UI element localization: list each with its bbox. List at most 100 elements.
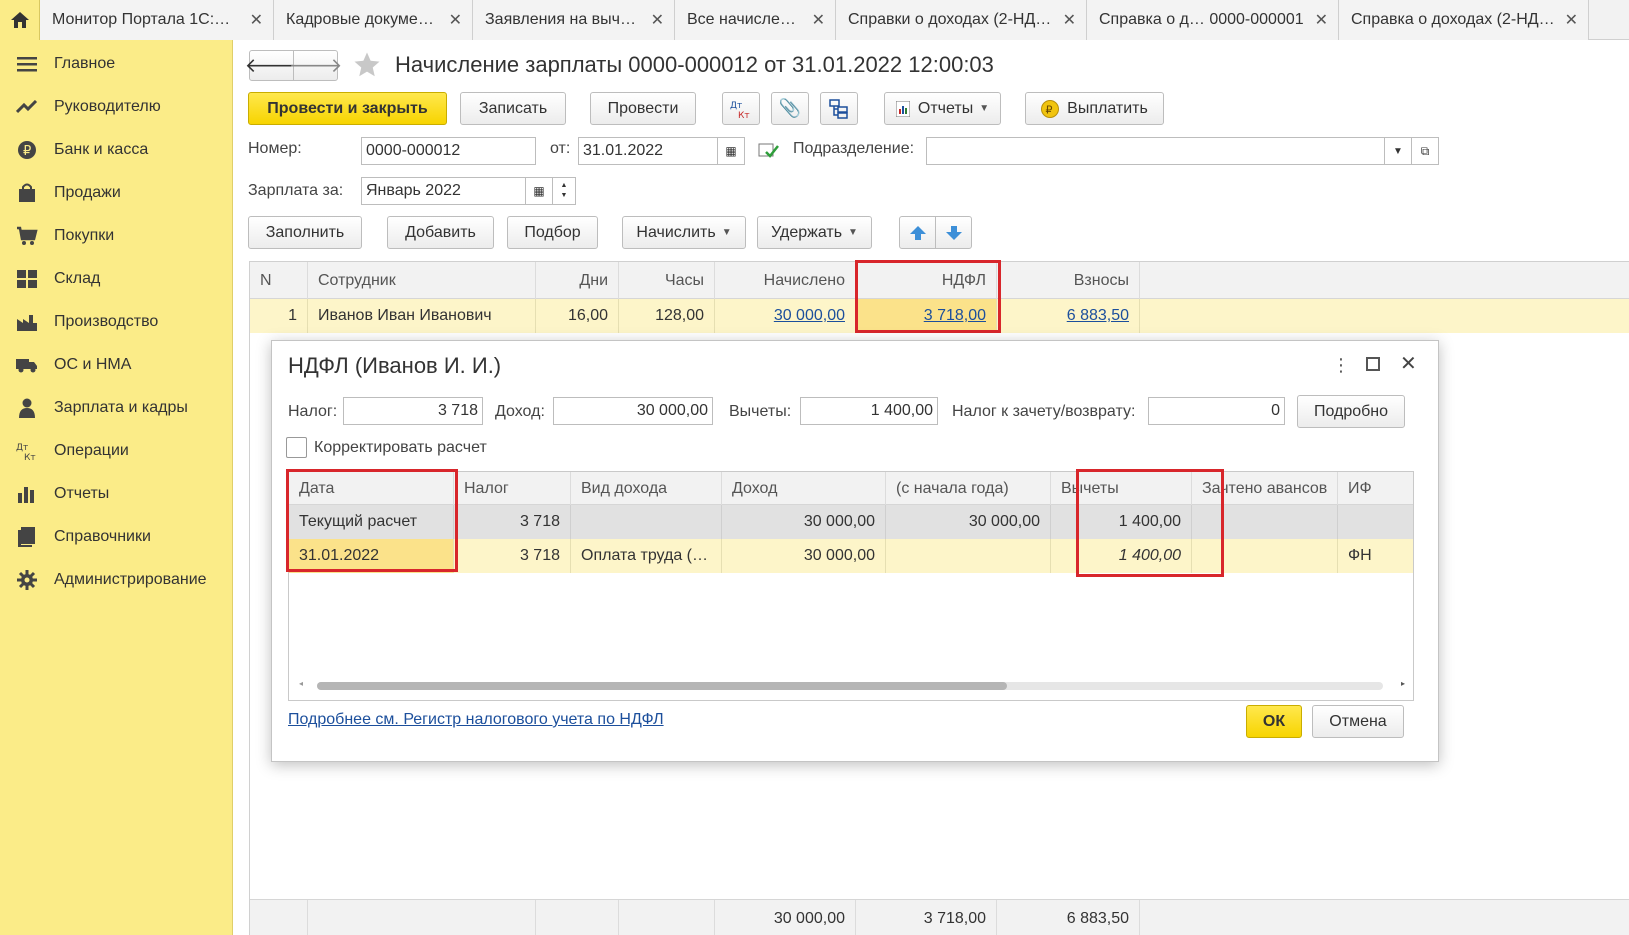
post-button[interactable]: Провести [590,92,696,125]
period-field[interactable]: Январь 2022 [361,177,526,205]
department-open-button[interactable]: ⧉ [1411,137,1439,165]
col-ytd[interactable]: (с начала года) [886,472,1051,505]
correct-checkbox[interactable] [286,437,307,458]
col-deductions[interactable]: Вычеты [1051,472,1192,505]
structure-button[interactable] [820,92,858,125]
tab-hr-docs[interactable]: Кадровые документы ✕ [274,0,473,40]
tab-income-certs-2[interactable]: Справка о доходах (2-НД… ✕ [1339,0,1589,40]
col-accrued[interactable]: Начислено [715,262,856,299]
close-icon[interactable]: ✕ [1063,10,1076,30]
col-income-type[interactable]: Вид дохода [571,472,722,505]
pick-button[interactable]: Подбор [507,216,598,249]
table-row[interactable]: Текущий расчет 3 718 30 000,00 30 000,00… [289,505,1413,539]
reports-dropdown[interactable]: Отчеты ▼ [884,92,1001,125]
department-dropdown[interactable]: ▼ [1384,137,1412,165]
sidebar-item-salary-hr[interactable]: Зарплата и кадры [0,386,232,429]
table-row[interactable]: 1 Иванов Иван Иванович 16,00 128,00 30 0… [250,299,1629,333]
cell-hours[interactable]: 128,00 [619,299,715,333]
ok-button[interactable]: ОК [1246,705,1302,738]
offset-field[interactable]: 0 [1148,397,1285,425]
cell-employee[interactable]: Иванов Иван Иванович [308,299,536,333]
scroll-right-icon[interactable]: ▸ [1401,679,1405,688]
cell-more [1338,505,1413,539]
close-icon[interactable]: ✕ [651,10,664,30]
sidebar-item-production[interactable]: Производство [0,300,232,343]
period-calendar-button[interactable]: ▦ [525,177,553,205]
scroll-left-icon[interactable]: ◂ [299,679,303,688]
close-icon[interactable]: ✕ [812,10,825,30]
col-employee[interactable]: Сотрудник [308,262,536,299]
offset-label: Налог к зачету/возврату: [952,403,1136,420]
star-icon[interactable] [352,50,382,80]
period-stepper[interactable]: ▲ ▼ [552,177,576,205]
close-icon[interactable]: ✕ [1565,10,1578,30]
col-hours[interactable]: Часы [619,262,715,299]
date-field[interactable]: 31.01.2022 [578,137,718,165]
dtkt-button[interactable]: Дт Кт [722,92,760,125]
horizontal-scrollbar[interactable]: ◂ ▸ [299,679,1405,691]
close-icon[interactable]: ✕ [449,10,462,30]
table-row[interactable]: 31.01.2022 3 718 Оплата труда (… 30 000,… [289,539,1413,573]
tab-income-cert-0001[interactable]: Справка о д… 0000-000001 ✕ [1087,0,1339,40]
sidebar-item-sales[interactable]: Продажи [0,171,232,214]
close-icon[interactable]: ✕ [1315,10,1328,30]
sidebar-item-references[interactable]: Справочники [0,515,232,558]
fill-button[interactable]: Заполнить [248,216,362,249]
more-icon[interactable]: ⋮ [1332,355,1350,376]
col-tax[interactable]: Налог [454,472,571,505]
ndfl-link[interactable]: 3 718,00 [924,307,986,325]
svg-text:Дт: Дт [730,101,742,111]
pay-button[interactable]: ₽ Выплатить [1025,92,1164,125]
col-contributions[interactable]: Взносы [997,262,1140,299]
tab-monitor[interactable]: Монитор Портала 1С:ИТС ✕ [40,0,274,40]
home-button[interactable] [0,0,40,40]
contributions-link[interactable]: 6 883,50 [1067,307,1129,325]
col-more[interactable]: ИФ [1338,472,1413,505]
number-field[interactable]: 0000-000012 [361,137,536,165]
col-n[interactable]: N [250,262,308,299]
cancel-button[interactable]: Отмена [1312,705,1404,738]
col-date[interactable]: Дата [289,472,454,505]
col-income[interactable]: Доход [722,472,886,505]
sidebar-item-assets[interactable]: ОС и НМА [0,343,232,386]
attach-button[interactable]: 📎 [771,92,809,125]
back-button[interactable]: 🡐 [245,50,298,81]
income-field[interactable]: 30 000,00 [553,397,713,425]
sidebar-item-reports[interactable]: Отчеты [0,472,232,515]
details-button[interactable]: Подробно [1297,395,1405,428]
dtkt-icon: ДтКт [16,440,38,462]
tab-deduction-requests[interactable]: Заявления на вычеты ✕ [473,0,675,40]
date-calendar-button[interactable]: ▦ [717,137,745,165]
sidebar-item-purchases[interactable]: Покупки [0,214,232,257]
add-button[interactable]: Добавить [387,216,494,249]
maximize-icon[interactable] [1366,357,1380,371]
deductions-field[interactable]: 1 400,00 [800,397,938,425]
checkmark-doc-icon[interactable] [758,140,780,162]
move-up-button[interactable] [899,216,936,249]
department-field[interactable] [926,137,1385,165]
sidebar-item-bank[interactable]: ₽ Банк и касса [0,128,232,171]
tax-field[interactable]: 3 718 [343,397,483,425]
sidebar-item-admin[interactable]: Администрирование [0,558,232,601]
tab-income-certs[interactable]: Справки о доходах (2-НД… ✕ [836,0,1087,40]
col-ndfl[interactable]: НДФЛ [856,262,997,299]
sidebar-item-warehouse[interactable]: Склад [0,257,232,300]
move-down-button[interactable] [935,216,972,249]
save-button[interactable]: Записать [460,92,566,125]
ndfl-register-link[interactable]: Подробнее см. Регистр налогового учета п… [288,711,664,729]
sidebar-item-operations[interactable]: Дт Кт Операции [0,429,232,472]
col-days[interactable]: Дни [536,262,619,299]
accrued-link[interactable]: 30 000,00 [774,307,845,325]
sidebar-item-main[interactable]: Главное [0,42,232,85]
scroll-thumb[interactable] [317,682,1007,690]
cell-days[interactable]: 16,00 [536,299,619,333]
tab-all-accruals[interactable]: Все начисления ✕ [675,0,836,40]
close-icon[interactable]: ✕ [1400,351,1417,376]
close-icon[interactable]: ✕ [250,10,263,30]
accrue-dropdown[interactable]: Начислить ▼ [622,216,746,249]
forward-button[interactable]: 🡒 [289,50,342,81]
withhold-dropdown[interactable]: Удержать ▼ [757,216,872,249]
col-advances[interactable]: Зачтено авансов [1192,472,1338,505]
post-and-close-button[interactable]: Провести и закрыть [248,92,447,125]
sidebar-item-manager[interactable]: Руководителю [0,85,232,128]
